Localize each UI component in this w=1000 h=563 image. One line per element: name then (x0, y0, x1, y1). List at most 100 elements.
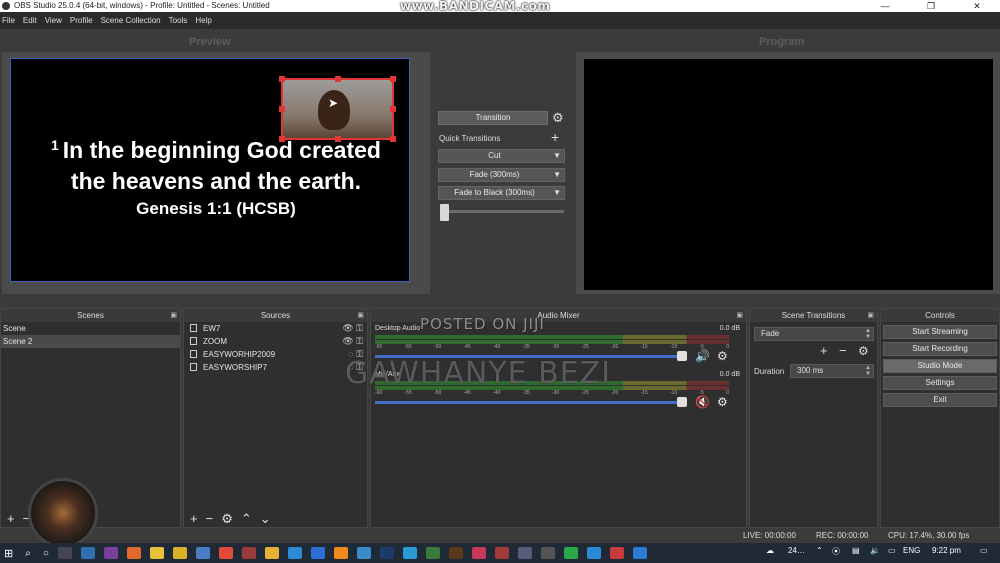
remove-source-minus-icon[interactable]: − (206, 511, 214, 527)
undock-icon[interactable]: ▣ (736, 309, 743, 322)
source-properties-gear-icon[interactable]: ⚙ (221, 511, 233, 527)
file-explorer-icon[interactable] (264, 547, 279, 559)
telegram-icon[interactable] (586, 547, 601, 559)
tbar-track[interactable] (440, 210, 564, 213)
obs-taskbar-icon[interactable] (540, 547, 555, 559)
add-source-plus-icon[interactable]: + (190, 511, 198, 527)
resize-handle-br[interactable] (390, 136, 396, 142)
visibility-eye-icon[interactable]: 👁 ⚿ (342, 322, 363, 335)
resize-handle-r[interactable] (390, 106, 396, 112)
tray-app-icon[interactable]: ⦿ (832, 546, 840, 557)
volume-slider[interactable] (375, 401, 685, 404)
start-streaming-button[interactable]: Start Streaming (883, 325, 997, 339)
source-item[interactable]: EASYWORSHIP7 ◌ ⚿ (184, 361, 367, 374)
undock-icon[interactable]: ▣ (867, 309, 874, 322)
menu-help[interactable]: Help (195, 16, 217, 25)
app-icon[interactable] (241, 547, 256, 559)
transition-select[interactable]: Fade ▲ ▼ (754, 327, 874, 341)
app-icon[interactable] (471, 547, 486, 559)
speaker-icon[interactable]: 🔊 (695, 349, 710, 363)
cortana-icon[interactable]: ○ (43, 548, 49, 559)
easyworship-icon[interactable] (80, 547, 95, 559)
add-quick-transition-plus-icon[interactable]: + (551, 129, 559, 145)
move-down-chevron-icon[interactable]: ⌄ (260, 511, 271, 527)
muted-speaker-icon[interactable]: 🔇 (695, 395, 710, 409)
close-button[interactable]: ✕ (954, 0, 1000, 12)
network-icon[interactable]: ▤ (852, 546, 860, 555)
add-scene-plus-icon[interactable]: + (7, 511, 15, 527)
move-up-chevron-icon[interactable]: ⌃ (241, 511, 252, 527)
resize-handle-bl[interactable] (279, 136, 285, 142)
transition-settings-gear-icon[interactable]: ⚙ (552, 110, 564, 126)
resize-handle-tl[interactable] (279, 76, 285, 82)
tbar-handle[interactable] (440, 204, 449, 221)
settings-button[interactable]: Settings (883, 376, 997, 390)
task-view-icon[interactable] (57, 547, 72, 559)
app-icon[interactable] (494, 547, 509, 559)
app-icon[interactable] (425, 547, 440, 559)
source-item[interactable]: ZOOM 👁 ⚿ (184, 335, 367, 348)
show-hidden-icons-chevron-icon[interactable]: ⌃ (816, 546, 823, 555)
app-icon[interactable] (287, 547, 302, 559)
app-icon[interactable] (149, 547, 164, 559)
duration-field[interactable]: 300 ms ▲ ▼ (790, 364, 874, 378)
clock[interactable]: 9:22 pm (932, 546, 961, 555)
menu-file[interactable]: File (2, 16, 21, 25)
menu-edit[interactable]: Edit (23, 16, 43, 25)
transition-properties-gear-icon[interactable]: ⚙ (858, 344, 869, 358)
app-icon[interactable] (632, 547, 647, 559)
undock-icon[interactable]: ▣ (170, 309, 177, 322)
notifications-icon[interactable]: ▭ (980, 546, 988, 555)
menu-view[interactable]: View (45, 16, 68, 25)
volume-slider-handle[interactable] (677, 397, 687, 407)
volume-tray-icon[interactable]: 🔉 (870, 546, 880, 555)
firefox-icon[interactable] (126, 547, 141, 559)
whatsapp-icon[interactable] (563, 547, 578, 559)
zoom-icon[interactable] (310, 547, 325, 559)
quick-transition-fade-to-black[interactable]: Fade to Black (300ms) ▼ (438, 186, 565, 200)
language-indicator[interactable]: ENG (903, 546, 920, 555)
photoshop-icon[interactable] (379, 547, 394, 559)
resize-handle-l[interactable] (279, 106, 285, 112)
undock-icon[interactable]: ▣ (357, 309, 364, 322)
source-item[interactable]: EW7 👁 ⚿ (184, 322, 367, 335)
app-icon[interactable] (103, 547, 118, 559)
bandicam-icon[interactable] (609, 547, 624, 559)
quick-transition-fade[interactable]: Fade (300ms) ▼ (438, 168, 565, 182)
resize-handle-tr[interactable] (390, 76, 396, 82)
chrome-icon[interactable] (218, 547, 233, 559)
transition-button[interactable]: Transition (438, 111, 548, 125)
volume-slider-handle[interactable] (677, 351, 687, 361)
weather-temp[interactable]: 24… (788, 546, 805, 555)
studio-mode-button[interactable]: Studio Mode (883, 359, 997, 373)
weather-icon[interactable]: ☁ (766, 546, 774, 555)
remove-transition-minus-icon[interactable]: − (839, 343, 847, 358)
scene-item[interactable]: Scene (1, 322, 180, 335)
menu-tools[interactable]: Tools (169, 16, 194, 25)
resize-handle-t[interactable] (335, 76, 341, 82)
app-icon[interactable] (356, 547, 371, 559)
edge-icon[interactable] (402, 547, 417, 559)
source-item[interactable]: EASYWORHIP2009 ◌ ⚿ (184, 348, 367, 361)
exit-button[interactable]: Exit (883, 393, 997, 407)
windows-start-icon[interactable]: ⊞ (4, 547, 13, 560)
menu-scene-collection[interactable]: Scene Collection (101, 16, 167, 25)
app-icon[interactable] (517, 547, 532, 559)
visibility-eye-icon[interactable]: 👁 ⚿ (342, 335, 363, 348)
app-icon[interactable] (195, 547, 210, 559)
add-transition-plus-icon[interactable]: + (820, 343, 828, 358)
battery-icon[interactable]: ▭ (888, 546, 896, 555)
channel-settings-gear-icon[interactable]: ⚙ (717, 395, 728, 409)
search-icon[interactable]: ⌕ (25, 548, 31, 559)
maximize-button[interactable]: ❐ (908, 0, 954, 12)
illustrator-icon[interactable] (448, 547, 463, 559)
channel-settings-gear-icon[interactable]: ⚙ (717, 349, 728, 363)
start-recording-button[interactable]: Start Recording (883, 342, 997, 356)
app-icon[interactable] (172, 547, 187, 559)
menu-profile[interactable]: Profile (70, 16, 99, 25)
resize-handle-b[interactable] (335, 136, 341, 142)
vlc-icon[interactable] (333, 547, 348, 559)
quick-transition-cut[interactable]: Cut ▼ (438, 149, 565, 163)
scene-item[interactable]: Scene 2 (1, 335, 180, 348)
minimize-button[interactable]: — (862, 0, 908, 12)
